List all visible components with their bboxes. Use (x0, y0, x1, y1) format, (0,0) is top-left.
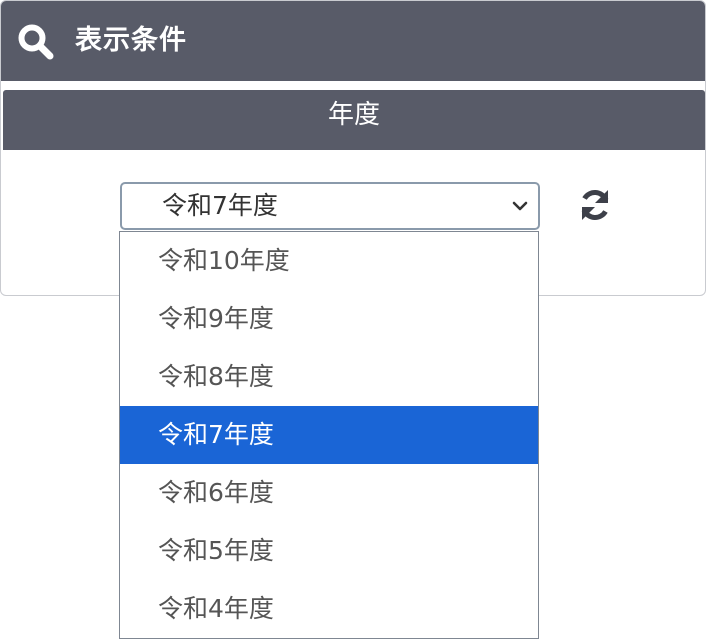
fiscal-year-dropdown-list: 令和10年度 令和9年度 令和8年度 令和7年度 令和6年度 令和5年度 令和4… (119, 231, 539, 639)
fiscal-year-option[interactable]: 令和10年度 (120, 232, 538, 290)
fiscal-year-option[interactable]: 令和8年度 (120, 348, 538, 406)
fiscal-year-option[interactable]: 令和5年度 (120, 522, 538, 580)
panel-header: 表示条件 (1, 1, 705, 81)
chevron-down-icon (512, 201, 528, 211)
fiscal-year-option[interactable]: 令和6年度 (120, 464, 538, 522)
fiscal-year-option[interactable]: 令和9年度 (120, 290, 538, 348)
fiscal-year-selected-value: 令和7年度 (162, 191, 278, 220)
fiscal-year-select[interactable]: 令和7年度 (120, 182, 540, 230)
fiscal-year-option[interactable]: 令和4年度 (120, 580, 538, 638)
refresh-icon[interactable] (577, 187, 613, 223)
search-icon (18, 24, 54, 60)
fiscal-year-option-selected[interactable]: 令和7年度 (120, 406, 538, 464)
panel-title: 表示条件 (75, 25, 187, 56)
fiscal-year-label: 年度 (3, 90, 705, 150)
